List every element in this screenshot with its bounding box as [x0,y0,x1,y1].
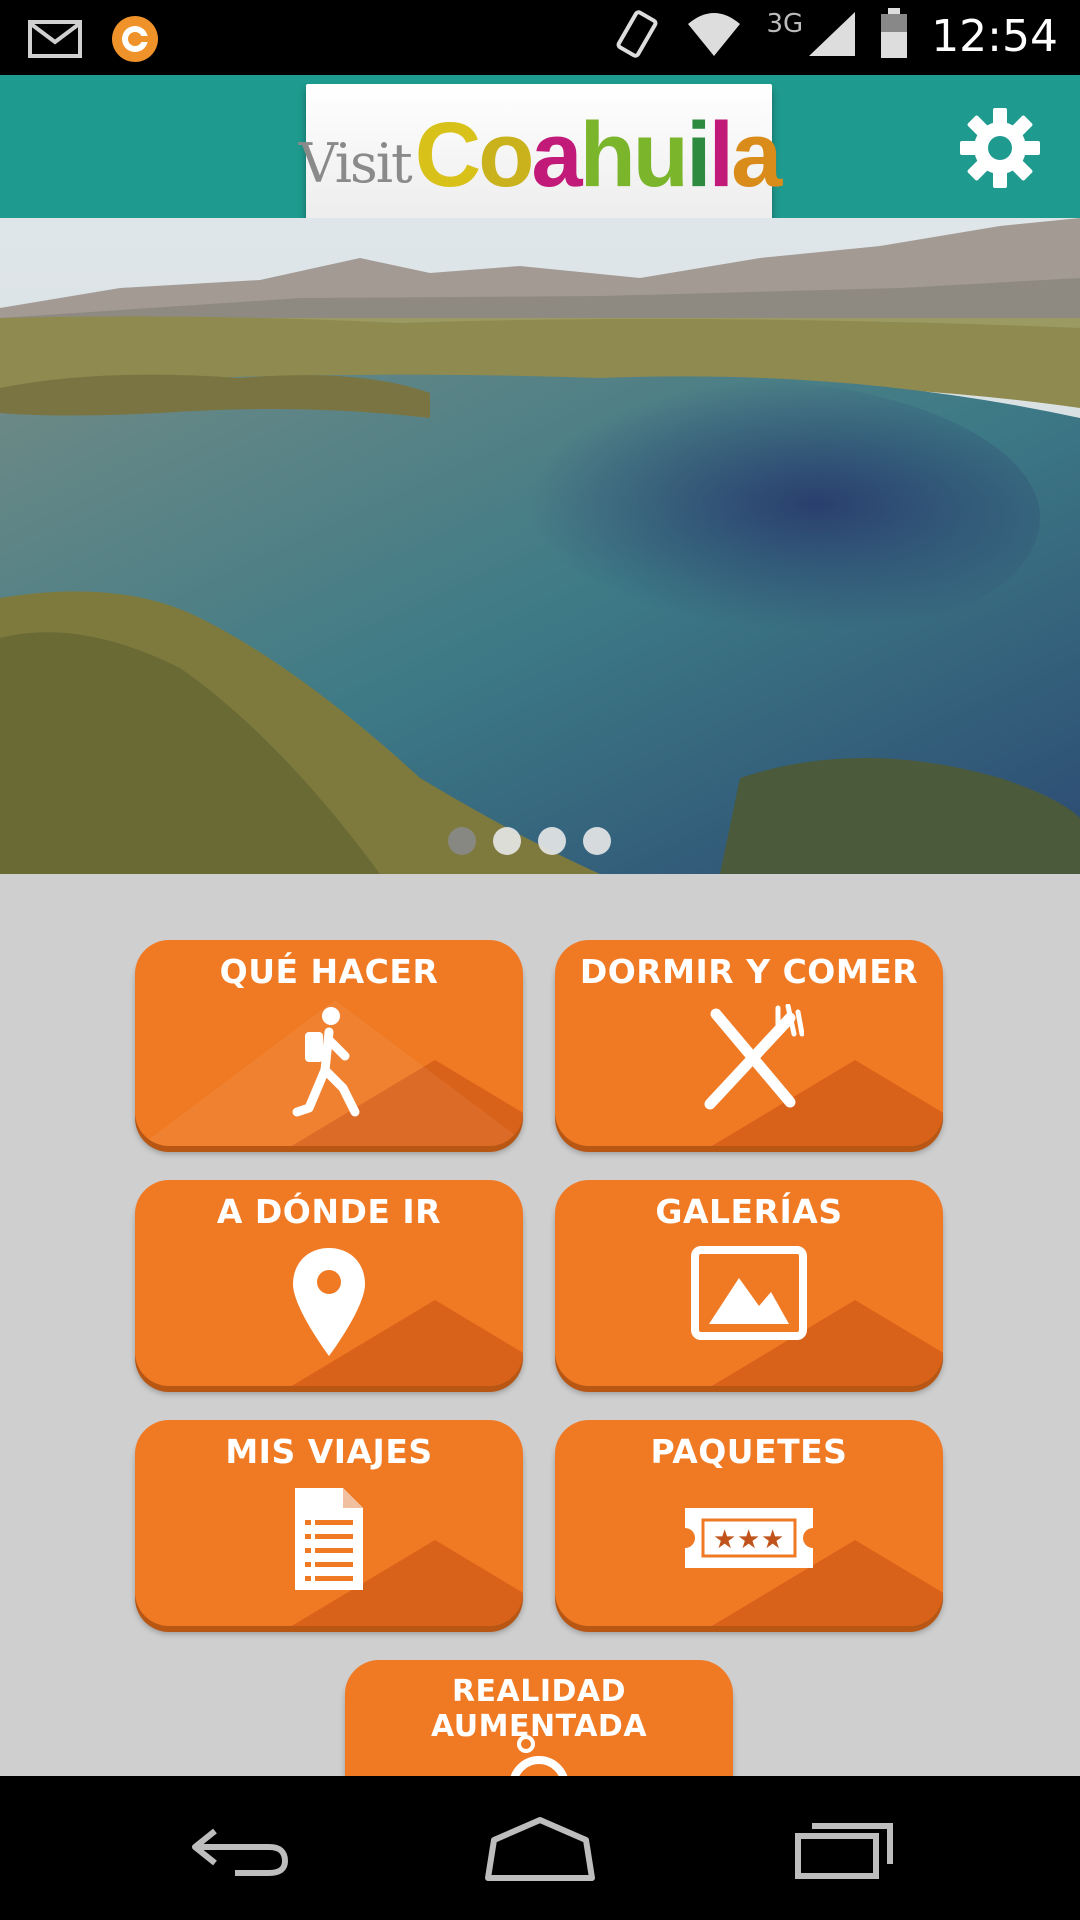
home-icon [480,1814,600,1888]
gear-icon [958,106,1042,194]
carousel-indicator [448,827,611,855]
back-icon [185,1819,295,1883]
carousel-dot[interactable] [583,827,611,855]
tile-label: A DÓNDE IR [216,1192,442,1231]
carousel-dot[interactable] [538,827,566,855]
svg-text:★: ★ [737,1525,760,1555]
dormir-y-comer-button[interactable]: DORMIR Y COMER [555,940,943,1146]
map-pin-icon [135,1244,523,1364]
tile-label: GALERÍAS [655,1192,843,1231]
mis-viajes-button[interactable]: MIS VIAJES [135,1420,523,1626]
signal-icon [807,10,857,62]
system-nav-bar [0,1776,1080,1920]
picture-icon [555,1244,943,1344]
a-donde-ir-button[interactable]: A DÓNDE IR [135,1180,523,1386]
hero-carousel[interactable] [0,218,1080,874]
recents-button[interactable] [775,1806,915,1896]
app-notification-icon [110,14,160,68]
knife-fork-icon [555,1004,943,1124]
app-logo: Visit Coahuila [299,84,782,226]
network-type: 3G [766,9,804,39]
tile-label: DORMIR Y COMER [579,952,919,991]
galerias-button[interactable]: GALERÍAS [555,1180,943,1386]
vibrate-icon [612,8,662,64]
hiker-icon [135,1004,523,1124]
logo-brand-text: Coahuila [414,103,783,208]
logo-letter: a [531,103,582,206]
back-button[interactable] [170,1806,310,1896]
logo-letter: o [478,103,534,206]
document-icon [135,1484,523,1594]
landscape-photo [0,218,1080,874]
wifi-icon [684,10,744,62]
status-bar: 3G 12:54 [0,0,1080,75]
tile-label: QUÉ HACER [219,952,439,991]
logo-letter: C [414,103,481,206]
home-button[interactable] [470,1806,610,1896]
ticket-icon: ★ ★ ★ [555,1484,943,1594]
logo-visit-text: Visit [298,131,413,195]
battery-icon [879,8,909,64]
que-hacer-button[interactable]: QUÉ HACER [135,940,523,1146]
svg-text:★: ★ [713,1525,736,1555]
logo-letter: l [708,103,735,206]
tile-label: PAQUETES [650,1432,848,1471]
svg-text:★: ★ [761,1525,784,1555]
carousel-dot[interactable] [448,827,476,855]
logo-letter: u [632,103,689,206]
logo-letter: i [685,103,712,206]
settings-button[interactable] [955,105,1045,195]
mail-icon [28,20,82,62]
logo-letter: a [731,103,782,206]
clock: 12:54 [931,10,1058,62]
paquetes-button[interactable]: PAQUETES ★ ★ ★ [555,1420,943,1626]
tile-label: MIS VIAJES [225,1432,433,1471]
logo-letter: h [579,103,636,206]
recents-icon [790,1814,900,1888]
carousel-dot[interactable] [493,827,521,855]
